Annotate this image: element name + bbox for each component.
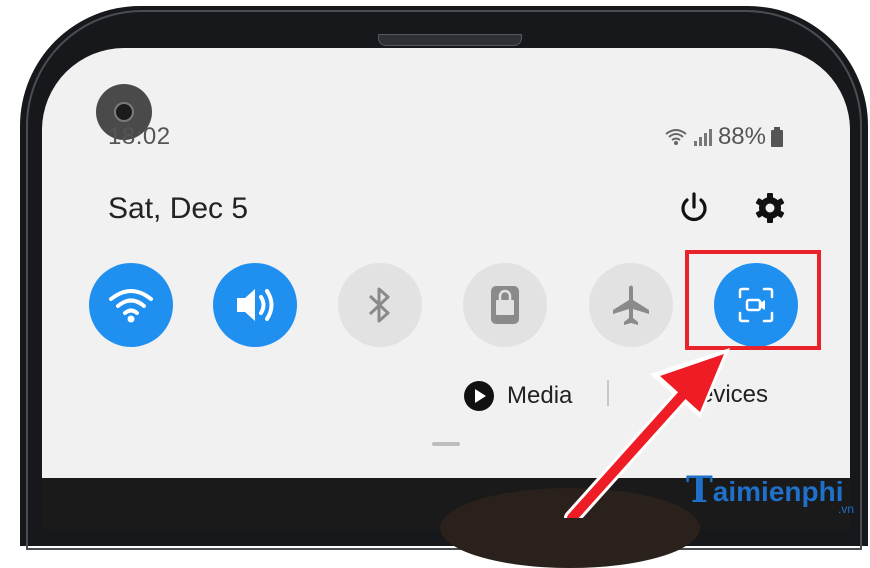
watermark-logo: T [686,469,713,511]
watermark-domain: .vn [838,502,855,516]
annotation-arrow [564,348,730,518]
watermark-text: aimienphi [712,476,844,508]
watermark: T aimienphi .vn [686,469,854,516]
